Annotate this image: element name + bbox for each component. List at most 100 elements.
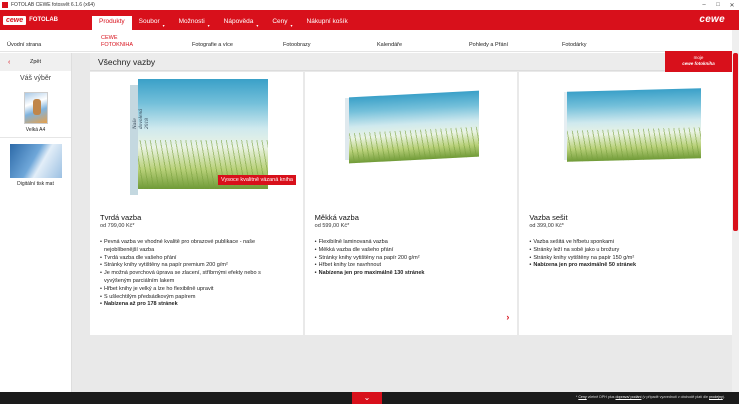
moje-cewe-fotokniha-button[interactable]: moje cewe fotokniha — [665, 51, 732, 72]
section-header: Všechny vazby moje cewe fotokniha — [90, 51, 732, 72]
book-cover — [138, 79, 268, 189]
feature-item: Hřbet knihy je velký a lze ho flexibilně… — [100, 286, 295, 294]
subnav-cewe-fotokniha[interactable]: CEWE FOTOKNIHA — [101, 35, 133, 48]
binding-price: od 399,00 Kč* — [529, 223, 564, 229]
menu-label: Nápověda — [223, 18, 254, 25]
fotolab-logo-text: FOTOLAB — [29, 17, 59, 23]
window-controls: – □ ✕ — [697, 0, 739, 10]
book-spine — [130, 85, 138, 195]
chevron-right-icon[interactable]: › — [506, 312, 509, 322]
expand-chevron-button[interactable]: ⌄ — [352, 392, 382, 404]
binding-name: Měkká vazba — [314, 213, 359, 222]
binding-name: Vazba sešit — [529, 213, 568, 222]
feature-item: Nabízena až pro 178 stránek — [100, 301, 295, 309]
card-mekka-vazba[interactable]: Měkká vazba od 599,00 Kč* Flexibilně lam… — [304, 72, 518, 335]
main-content: Všechny vazby moje cewe fotokniha Naše d… — [72, 51, 733, 392]
brand-logo[interactable]: cewe FOTOLAB — [3, 13, 58, 27]
price-note: * Ceny včetně DPH plus doprava/ podání (… — [576, 395, 725, 399]
feature-item: S ušlechtilým předsádkovým papírem — [100, 294, 295, 302]
subnav-home[interactable]: Úvodní strana — [7, 42, 41, 48]
binding-price: od 799,00 Kč* — [100, 223, 135, 229]
feature-item: Hřbet knihy lze navrhnout — [315, 262, 510, 270]
menu-ceny[interactable]: Ceny ▾ — [265, 16, 299, 30]
subnav-kalendare[interactable]: Kalendáře — [377, 42, 402, 48]
feature-list: Pevná vazba ve vhodné kvalitě pro obrazo… — [100, 239, 295, 309]
subnav-fotografie[interactable]: Fotografie a více — [192, 42, 233, 48]
app-icon — [2, 2, 8, 8]
card-tvrda-vazba[interactable]: Naše dovolená 2018 Vysoce kvalitně vázan… — [90, 72, 303, 335]
app-header: cewe FOTOLAB Produkty Soubor ▾ Možnosti ▾ … — [0, 10, 739, 30]
card-info: Tvrdá vazba od 799,00 Kč* Pevná vazba ve… — [100, 213, 295, 309]
subnav-fotoobrazy[interactable]: Fotoobrazy — [283, 42, 311, 48]
menu-napoveda[interactable]: Nápověda ▾ — [217, 16, 266, 30]
shipping-link[interactable]: doprava/ podání — [615, 395, 641, 399]
subnav-label: FOTOKNIHA — [101, 41, 133, 48]
subnav-pohledy[interactable]: Pohledy a Přání — [469, 42, 508, 48]
feature-item: Pevná vazba ve vhodné kvalitě pro obrazo… — [100, 239, 295, 247]
selection-item-paper[interactable]: Digitální tisk mat — [0, 144, 71, 187]
selection-sidebar: ‹ Zpět Váš výběr Velká A4 Digitální tisk… — [0, 53, 72, 392]
feature-list: Flexibilně laminovaná vazba Měkká vazba … — [315, 239, 510, 278]
menu-label: Možnosti — [178, 18, 205, 25]
book-cover — [348, 90, 479, 164]
binding-name: Tvrdá vazba — [100, 213, 142, 222]
menu-moznosti[interactable]: Možnosti ▾ — [172, 16, 217, 30]
scrollbar-thumb[interactable] — [733, 53, 738, 231]
feature-item: Nabízena jen pro maximálně 50 stránek — [529, 262, 724, 270]
close-button[interactable]: ✕ — [725, 0, 739, 10]
menu-label: Nákupní košík — [306, 18, 348, 25]
selection-caption: Velká A4 — [25, 127, 46, 133]
menu-label: Produkty — [99, 18, 125, 25]
menu-nakupni-kosik[interactable]: Nákupní košík — [300, 16, 355, 30]
feature-item: nejoblíbenější vazba — [104, 246, 155, 253]
feature-item: Flexibilně laminovaná vazba — [315, 239, 510, 247]
feature-item: Vazba sešitá ve hřbetu sponkami — [529, 239, 724, 247]
main-menu: Produkty Soubor ▾ Možnosti ▾ Nápověda ▾ Cen… — [92, 16, 355, 30]
feature-item: Tvrdá vazba dle vašeho přání — [100, 255, 295, 263]
back-label: Zpět — [29, 59, 41, 65]
note-text: ). — [722, 395, 725, 399]
promo-badge: Vysoce kvalitně vázaná kniha — [218, 175, 296, 185]
subnav-fotodarky[interactable]: Fotodárky — [562, 42, 586, 48]
cewe-logo: cewe — [699, 14, 725, 25]
chevron-down-icon: ▾ — [256, 23, 259, 28]
book-cover — [567, 88, 702, 162]
paper-thumbnail — [9, 144, 62, 178]
chevron-down-icon: ▾ — [162, 23, 165, 28]
prices-link[interactable]: Ceny — [578, 395, 586, 399]
feature-item: Nabízena jen pro maximálně 130 stránek — [315, 270, 510, 278]
window-title: FOTOLAB CEWE fotosvět 6.1.6 (x64) — [11, 2, 95, 8]
store-link[interactable]: prodejny — [709, 395, 723, 399]
badge-label: cewe fotokniha — [682, 60, 715, 66]
maximize-button[interactable]: □ — [711, 0, 725, 10]
back-button[interactable]: ‹ Zpět — [0, 53, 71, 71]
menu-produkty[interactable]: Produkty — [92, 16, 132, 30]
feature-item: Stránky knihy vytištěny na papír premium… — [100, 262, 295, 270]
feature-item: Je možná povrchová úprava se zlacení, st… — [100, 270, 295, 278]
spine-title: Naše dovolená 2018 — [132, 109, 150, 130]
feature-list: Vazba sešitá ve hřbetu sponkami Stránky … — [529, 239, 724, 270]
section-title: Všechny vazby — [98, 57, 156, 67]
note-text: (v případě vyzvednutí v obchodě platí dl… — [641, 395, 709, 399]
cewe-logo-mark: cewe — [3, 15, 27, 25]
menu-soubor[interactable]: Soubor ▾ — [132, 16, 172, 30]
selection-caption: Digitální tisk mat — [17, 181, 54, 187]
format-thumbnail — [23, 92, 48, 124]
card-info: Měkká vazba od 599,00 Kč* Flexibilně lam… — [315, 213, 510, 278]
card-info: Vazba sešit od 399,00 Kč* Vazba sešitá v… — [529, 213, 724, 270]
menu-label: Soubor — [138, 18, 160, 25]
feature-item: Stránky knihy vytištěny na papír 150 g/m… — [529, 255, 724, 263]
chevron-down-icon: ▾ — [290, 23, 293, 28]
card-vazba-sesit[interactable]: Vazba sešit od 399,00 Kč* Vazba sešitá v… — [519, 72, 733, 335]
feature-item: Měkká vazba dle vašeho přání — [315, 247, 510, 255]
selection-item-format[interactable]: Velká A4 — [0, 92, 71, 138]
content-bottom-area — [90, 336, 732, 392]
window-titlebar: FOTOLAB CEWE fotosvět 6.1.6 (x64) – □ ✕ — [0, 0, 739, 10]
minimize-button[interactable]: – — [697, 0, 711, 10]
chevron-left-icon: ‹ — [8, 58, 11, 66]
binding-price: od 599,00 Kč* — [314, 223, 350, 229]
binding-cards: Naše dovolená 2018 Vysoce kvalitně vázan… — [90, 72, 733, 335]
chevron-down-icon: ▾ — [207, 23, 210, 28]
footer-bar: ⌄ * Ceny včetně DPH plus doprava/ podání… — [0, 392, 739, 404]
selection-title: Váš výběr — [19, 75, 52, 82]
